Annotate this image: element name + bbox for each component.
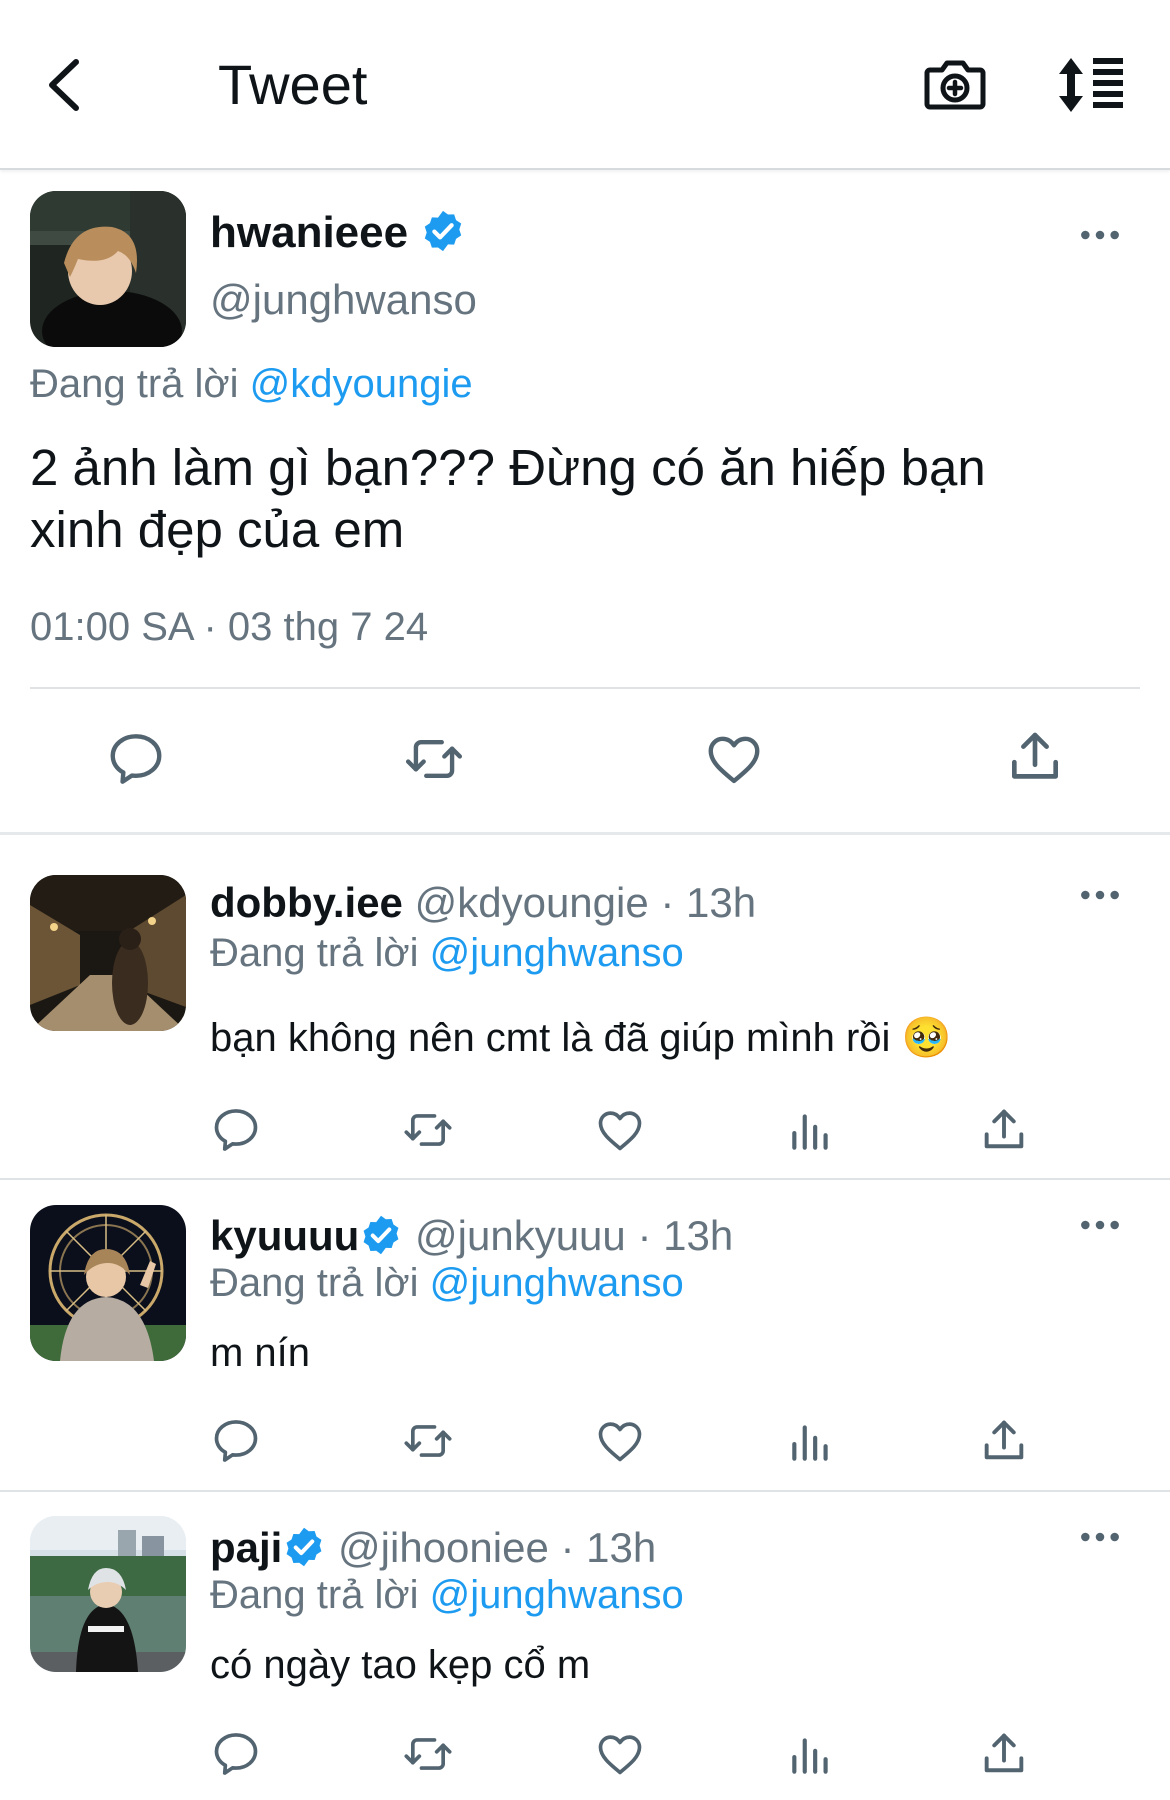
share-button[interactable] xyxy=(978,1728,1030,1785)
views-button[interactable] xyxy=(786,1106,836,1161)
tweet-text-line-1: 2 ảnh làm gì bạn??? Đừng có ăn hiếp bạn xyxy=(30,439,986,496)
reply-button[interactable] xyxy=(210,1104,262,1161)
more-button[interactable] xyxy=(1080,1218,1136,1248)
retweet-icon xyxy=(400,1728,456,1780)
divider xyxy=(0,1490,1170,1492)
retweet-button[interactable] xyxy=(400,1104,456,1161)
verified-icon xyxy=(420,208,466,254)
replying-prefix: Đang trả lời xyxy=(30,362,239,406)
heart-icon xyxy=(703,728,765,790)
heart-icon xyxy=(594,1728,646,1780)
chevron-left-icon xyxy=(49,59,79,111)
reply-text: bạn không nên cmt là đã giúp mình rồi 🥹 xyxy=(210,1011,951,1065)
tweet-timestamp: 01:00 SA · 03 thg 7 24 xyxy=(30,605,429,649)
share-icon xyxy=(978,1104,1030,1156)
replying-to-link[interactable]: @junghwanso xyxy=(430,1573,684,1617)
reply-button[interactable] xyxy=(210,1728,262,1785)
comment-icon xyxy=(210,1728,262,1780)
replying-prefix: Đang trả lời xyxy=(210,931,419,975)
retweet-button[interactable] xyxy=(400,1728,456,1785)
divider xyxy=(0,832,1170,835)
views-button[interactable] xyxy=(786,1730,836,1785)
bar-chart-icon xyxy=(786,1106,836,1156)
verified-icon xyxy=(282,1525,326,1569)
retweet-icon xyxy=(400,728,468,790)
divider xyxy=(30,687,1140,689)
back-button[interactable] xyxy=(38,50,98,120)
replying-prefix: Đang trả lời xyxy=(210,1573,419,1617)
page-title: Tweet xyxy=(218,53,368,116)
replying-to: Đang trả lời @junghwanso xyxy=(210,1256,684,1310)
user-handle[interactable]: @jihooniee xyxy=(338,1524,549,1571)
pleading-face-emoji: 🥹 xyxy=(901,1016,952,1060)
avatar[interactable] xyxy=(30,191,186,347)
replying-to-link[interactable]: @kdyoungie xyxy=(250,362,473,406)
replying-to-link[interactable]: @junghwanso xyxy=(430,1261,684,1305)
display-name[interactable]: paji xyxy=(210,1524,282,1571)
user-handle[interactable]: @kdyoungie xyxy=(415,879,649,926)
more-button[interactable] xyxy=(1080,888,1136,918)
like-button[interactable] xyxy=(594,1104,646,1161)
views-button[interactable] xyxy=(786,1417,836,1472)
reply-time: · 13h xyxy=(660,879,757,926)
share-icon xyxy=(978,1415,1030,1467)
bar-chart-icon xyxy=(786,1730,836,1780)
share-button[interactable] xyxy=(1004,726,1066,793)
like-button[interactable] xyxy=(594,1728,646,1785)
tweet-text-line-2: xinh đẹp của em xyxy=(30,501,405,558)
avatar[interactable] xyxy=(30,1516,186,1672)
retweet-button[interactable] xyxy=(400,728,468,795)
display-name[interactable]: kyuuuu xyxy=(210,1212,359,1259)
comment-icon xyxy=(105,728,167,790)
avatar[interactable] xyxy=(30,1205,186,1361)
reply-button[interactable] xyxy=(210,1415,262,1472)
share-button[interactable] xyxy=(978,1104,1030,1161)
author-name-row[interactable]: hwanieee xyxy=(210,205,466,261)
more-icon xyxy=(1080,1530,1120,1544)
share-icon xyxy=(1004,726,1066,788)
top-bar: Tweet xyxy=(0,0,1170,170)
more-icon xyxy=(1080,228,1120,242)
replying-to: Đang trả lời @kdyoungie xyxy=(30,357,473,411)
reply-text: m nín xyxy=(210,1331,311,1375)
avatar[interactable] xyxy=(30,875,186,1031)
camera-button[interactable] xyxy=(920,50,990,120)
replying-prefix: Đang trả lời xyxy=(210,1261,419,1305)
heart-icon xyxy=(594,1104,646,1156)
reply-time: · 13h xyxy=(637,1212,734,1259)
user-handle[interactable]: @junkyuuu xyxy=(415,1212,626,1259)
more-icon xyxy=(1080,888,1120,902)
reply-text: có ngày tao kẹp cổ m xyxy=(210,1643,591,1687)
comment-icon xyxy=(210,1415,262,1467)
retweet-icon xyxy=(400,1415,456,1467)
display-name[interactable]: dobby.iee xyxy=(210,879,403,926)
sort-icon xyxy=(1059,58,1123,112)
more-icon xyxy=(1080,1218,1120,1232)
reply-text-body: bạn không nên cmt là đã giúp mình rồi xyxy=(210,1016,891,1060)
replying-to-link[interactable]: @junghwanso xyxy=(430,931,684,975)
share-icon xyxy=(978,1728,1030,1780)
user-handle[interactable]: @junghwanso xyxy=(210,272,477,328)
like-button[interactable] xyxy=(594,1415,646,1472)
share-button[interactable] xyxy=(978,1415,1030,1472)
verified-icon xyxy=(359,1213,403,1257)
retweet-icon xyxy=(400,1104,456,1156)
heart-icon xyxy=(594,1415,646,1467)
sort-button[interactable] xyxy=(1055,50,1135,120)
reply-header: dobby.iee @kdyoungie · 13h xyxy=(210,875,756,931)
divider xyxy=(0,1178,1170,1180)
like-button[interactable] xyxy=(703,728,765,795)
reply-button[interactable] xyxy=(105,728,167,795)
retweet-button[interactable] xyxy=(400,1415,456,1472)
replying-to: Đang trả lời @junghwanso xyxy=(210,926,684,980)
display-name: hwanieee xyxy=(210,208,409,257)
more-button[interactable] xyxy=(1080,1530,1136,1560)
camera-plus-icon xyxy=(924,60,986,110)
comment-icon xyxy=(210,1104,262,1156)
more-button[interactable] xyxy=(1080,228,1136,258)
replying-to: Đang trả lời @junghwanso xyxy=(210,1568,684,1622)
reply-time: · 13h xyxy=(560,1524,657,1571)
bar-chart-icon xyxy=(786,1417,836,1467)
